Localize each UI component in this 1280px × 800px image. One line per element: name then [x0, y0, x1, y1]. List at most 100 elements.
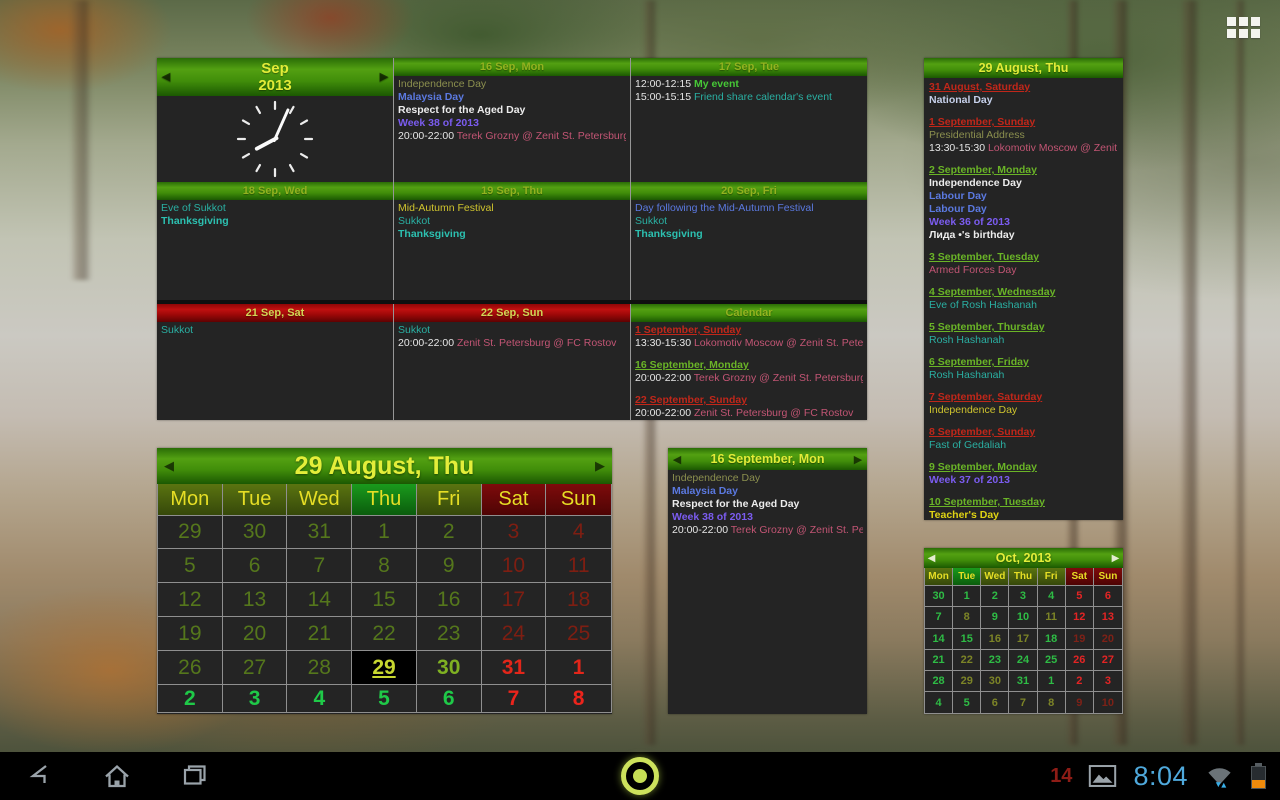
day-cell[interactable]: 9 [1066, 691, 1094, 712]
month-header[interactable]: ◀ 29 August, Thu ▶ [157, 448, 612, 484]
day-widget-events[interactable]: Independence DayMalaysia DayRespect for … [668, 470, 867, 714]
event-line[interactable]: Sukkot [398, 324, 626, 337]
event-line[interactable]: Eve of Sukkot [161, 202, 389, 215]
event-line[interactable]: Respect for the Aged Day [398, 104, 626, 117]
day-cell[interactable]: 11 [1038, 606, 1066, 627]
day-cell[interactable]: 29 [158, 515, 223, 548]
day-cell[interactable]: 13 [1094, 606, 1122, 627]
event-line[interactable]: Mid-Autumn Festival [398, 202, 626, 215]
day-cell[interactable]: 20 [223, 616, 288, 650]
day-cell[interactable]: 31 [482, 650, 547, 684]
prev-day-arrow-icon[interactable]: ◀ [668, 453, 686, 466]
event-line[interactable]: Armed Forces Day [929, 264, 1118, 277]
day-cell[interactable]: 21 [925, 649, 953, 670]
day-cell[interactable]: 25 [1038, 649, 1066, 670]
day-cell[interactable]: 1 [546, 650, 611, 684]
event-line[interactable]: Teacher's Day [929, 509, 1118, 520]
agenda-header[interactable]: 29 August, Thu [924, 58, 1123, 78]
event-line[interactable]: Labour Day [929, 203, 1118, 216]
event-line[interactable]: 13:30-15:30 Lokomotiv Moscow @ Zenit St.… [929, 142, 1118, 155]
day-column-header[interactable]: 21 Sep, Sat [157, 304, 393, 322]
day-cell[interactable]: 8 [546, 684, 611, 712]
day-column-header[interactable]: 22 Sep, Sun [394, 304, 630, 322]
back-button[interactable] [22, 760, 56, 792]
day-cell[interactable]: 14 [925, 628, 953, 649]
day-cell[interactable]: 24 [1009, 649, 1037, 670]
day-cell[interactable]: 28 [925, 670, 953, 691]
event-line[interactable]: Eve of Rosh Hashanah [929, 299, 1118, 312]
day-cell[interactable]: 29 [953, 670, 981, 691]
event-line[interactable]: Thanksgiving [635, 228, 863, 241]
day-cell[interactable]: 9 [981, 606, 1009, 627]
recents-button[interactable] [178, 760, 212, 792]
day-cell[interactable]: 4 [287, 684, 352, 712]
day-cell[interactable]: 1 [352, 515, 417, 548]
notification-count-badge[interactable]: 14 [1050, 765, 1072, 788]
day-cell[interactable]: 12 [158, 582, 223, 616]
day-column-header[interactable]: 18 Sep, Wed [157, 182, 393, 200]
day-cell[interactable]: 5 [352, 684, 417, 712]
event-line[interactable]: Week 36 of 2013 [929, 216, 1118, 229]
day-cell[interactable]: 2 [158, 684, 223, 712]
event-line[interactable]: Independence Day [929, 404, 1118, 417]
day-cell[interactable]: 6 [417, 684, 482, 712]
day-cell[interactable]: 19 [158, 616, 223, 650]
next-month-arrow-icon[interactable]: ▶ [375, 68, 393, 86]
day-cell[interactable]: 6 [1094, 585, 1122, 606]
day-cell[interactable]: 23 [417, 616, 482, 650]
agenda-date-link[interactable]: 1 September, Sunday [635, 324, 863, 337]
agenda-date-link[interactable]: 16 September, Monday [635, 359, 863, 372]
event-line[interactable]: Sukkot [161, 324, 389, 337]
day-cell[interactable]: 7 [287, 548, 352, 582]
event-line[interactable]: 20:00-22:00 Zenit St. Petersburg @ FC Ro… [635, 407, 863, 420]
day-column-events[interactable]: Mid-Autumn FestivalSukkotThanksgiving [394, 200, 630, 300]
day-cell[interactable]: 4 [1038, 585, 1066, 606]
gallery-icon[interactable] [1088, 764, 1117, 788]
event-line[interactable]: 12:00-12:15 My event [635, 78, 863, 91]
day-cell[interactable]: 23 [981, 649, 1009, 670]
agenda-date-link[interactable]: 22 September, Sunday [635, 394, 863, 407]
agenda-date-link[interactable]: 1 September, Sunday [929, 116, 1118, 129]
event-line[interactable]: Independence Day [398, 78, 626, 91]
day-cell[interactable]: 3 [223, 684, 288, 712]
day-cell[interactable]: 2 [981, 585, 1009, 606]
day-cell[interactable]: 15 [352, 582, 417, 616]
day-column-events[interactable]: 12:00-12:15 My event15:00-15:15 Friend s… [631, 76, 867, 182]
day-cell[interactable]: 10 [1009, 606, 1037, 627]
agenda-date-link[interactable]: 9 September, Monday [929, 461, 1118, 474]
day-widget-header[interactable]: ◀ 16 September, Mon ▶ [668, 448, 867, 470]
day-cell[interactable]: 28 [287, 650, 352, 684]
day-cell[interactable]: 26 [1066, 649, 1094, 670]
day-cell[interactable]: 1 [1038, 670, 1066, 691]
day-cell[interactable]: 26 [158, 650, 223, 684]
event-line[interactable]: 20:00-22:00 Terek Grozny @ Zenit St. Pet… [672, 524, 863, 537]
day-cell[interactable]: 31 [1009, 670, 1037, 691]
day-cell[interactable]: 2 [1066, 670, 1094, 691]
status-clock[interactable]: 8:04 [1133, 761, 1188, 792]
agenda-list[interactable]: 31 August, SaturdayNational Day1 Septemb… [924, 78, 1123, 520]
agenda-date-link[interactable]: 10 September, Tuesday [929, 496, 1118, 509]
day-cell[interactable]: 22 [953, 649, 981, 670]
prev-month-arrow-icon[interactable]: ◀ [157, 68, 175, 86]
event-line[interactable]: Malaysia Day [672, 485, 863, 498]
apps-grid-icon[interactable] [1227, 17, 1260, 38]
day-column-events[interactable]: Day following the Mid-Autumn FestivalSuk… [631, 200, 867, 300]
event-line[interactable]: Presidential Address [929, 129, 1118, 142]
day-cell[interactable]: 7 [482, 684, 547, 712]
agenda-date-link[interactable]: 5 September, Thursday [929, 321, 1118, 334]
day-cell[interactable]: 24 [482, 616, 547, 650]
day-column-header[interactable]: 17 Sep, Tue [631, 58, 867, 76]
day-cell[interactable]: 7 [1009, 691, 1037, 712]
event-line[interactable]: Malaysia Day [398, 91, 626, 104]
event-line[interactable]: Week 38 of 2013 [672, 511, 863, 524]
day-cell[interactable]: 29 [352, 650, 417, 684]
day-cell[interactable]: 27 [223, 650, 288, 684]
event-line[interactable]: National Day [929, 94, 1118, 107]
week-widget-month-header[interactable]: ◀ Sep 2013 ▶ [157, 58, 393, 96]
battery-icon[interactable] [1251, 763, 1266, 789]
day-cell[interactable]: 31 [287, 515, 352, 548]
day-cell[interactable]: 1 [953, 585, 981, 606]
day-cell[interactable]: 30 [925, 585, 953, 606]
day-cell[interactable]: 25 [546, 616, 611, 650]
event-line[interactable]: Sukkot [398, 215, 626, 228]
